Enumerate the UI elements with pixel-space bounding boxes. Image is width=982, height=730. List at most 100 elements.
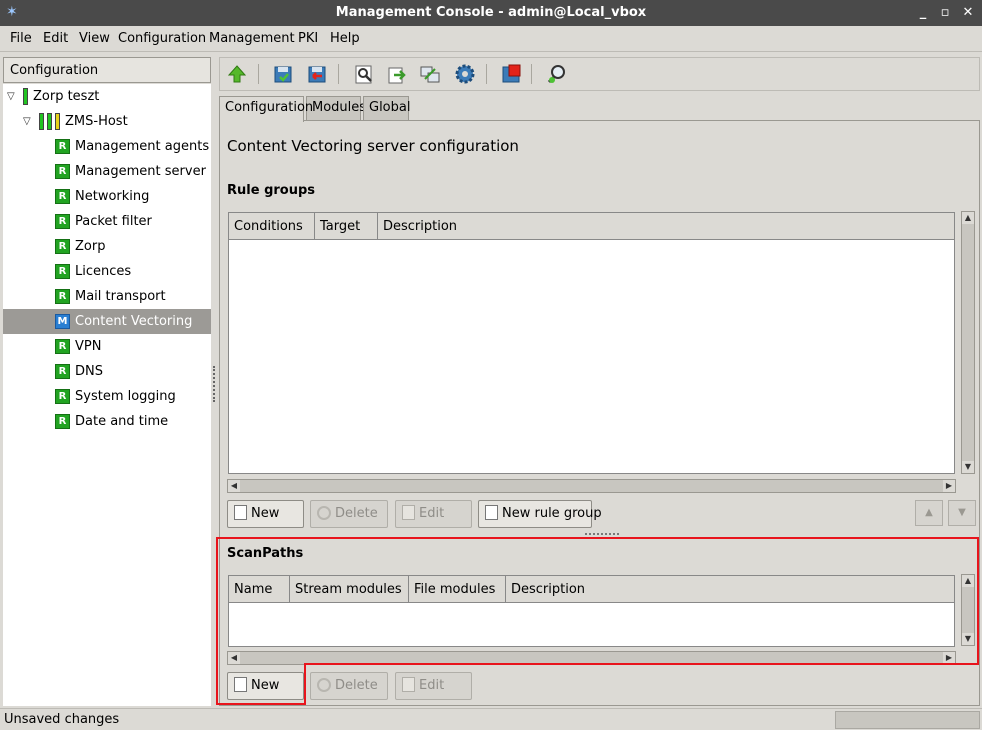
highlight-outline <box>216 663 306 705</box>
toolbar-separator <box>338 64 339 84</box>
maximize-icon[interactable]: ▫ <box>936 4 954 22</box>
minimize-icon[interactable]: _ <box>914 4 932 22</box>
tab-configuration[interactable]: Configuration <box>219 96 313 122</box>
collapse-arrow-icon[interactable]: ▽ <box>7 84 19 109</box>
scroll-down-icon[interactable]: ▼ <box>962 461 974 473</box>
revert-icon[interactable] <box>306 63 328 85</box>
rule-group-edit-button[interactable]: Edit <box>395 500 472 528</box>
stop-icon[interactable] <box>500 63 522 85</box>
transfer-icon[interactable] <box>419 63 441 85</box>
tree-item-label: Zorp <box>75 239 106 254</box>
button-label: New <box>251 506 280 521</box>
tree-item-label: Mail transport <box>75 289 166 304</box>
highlight-outline <box>304 663 979 665</box>
highlight-outline <box>977 537 979 665</box>
move-down-button[interactable]: ▼ <box>948 500 976 526</box>
rule-groups-title: Rule groups <box>227 183 316 198</box>
tree-item-label: Licences <box>75 264 132 279</box>
r-badge-icon: R <box>55 289 70 304</box>
close-icon[interactable]: ✕ <box>959 4 977 22</box>
scanpath-delete-button[interactable]: Delete <box>310 672 388 700</box>
panel-splitter-handle[interactable] <box>213 366 217 402</box>
tree-item-zms-host[interactable]: ▽ ZMS-Host <box>3 109 211 134</box>
menu-file[interactable]: File <box>10 31 32 46</box>
search-key-icon[interactable] <box>546 63 568 85</box>
status-bar-icon <box>47 113 52 130</box>
r-badge-icon: R <box>55 264 70 279</box>
tree-item-system-logging[interactable]: R System logging <box>3 384 211 409</box>
tree-item-date-and-time[interactable]: R Date and time <box>3 409 211 434</box>
tree-item-management-agents[interactable]: R Management agents <box>3 134 211 159</box>
upload-icon[interactable] <box>386 63 408 85</box>
config-tree: ▽ Zorp teszt ▽ ZMS-Host R Management age… <box>3 84 211 706</box>
tab-global[interactable]: Global <box>363 96 410 120</box>
settings-gear-icon[interactable] <box>454 63 476 85</box>
tree-item-packet-filter[interactable]: R Packet filter <box>3 209 211 234</box>
tree-item-content-vectoring[interactable]: M Content Vectoring <box>3 309 211 334</box>
rule-group-new-button[interactable]: New <box>227 500 304 528</box>
section-splitter-handle[interactable] <box>585 533 619 535</box>
r-badge-icon: R <box>55 139 70 154</box>
rule-groups-table[interactable]: Conditions Target Description <box>228 212 955 474</box>
r-badge-icon: R <box>55 164 70 179</box>
button-label: Edit <box>419 678 445 693</box>
new-rule-group-button[interactable]: New rule group <box>478 500 602 528</box>
tree-item-networking[interactable]: R Networking <box>3 184 211 209</box>
r-badge-icon: R <box>55 214 70 229</box>
menu-help[interactable]: Help <box>330 31 360 46</box>
tree-item-zorp-teszt[interactable]: ▽ Zorp teszt <box>3 84 211 109</box>
table-header: Conditions Target Description <box>229 213 954 240</box>
toolbar-separator <box>486 64 487 84</box>
column-header-description[interactable]: Description <box>378 213 954 240</box>
config-tree-header: Configuration <box>3 57 211 83</box>
highlight-outline <box>216 537 979 665</box>
column-header-target[interactable]: Target <box>315 213 378 240</box>
tree-item-management-server[interactable]: R Management server <box>3 159 211 184</box>
r-badge-icon: R <box>55 239 70 254</box>
menu-pki[interactable]: PKI <box>298 31 318 46</box>
tree-item-licences[interactable]: R Licences <box>3 259 211 284</box>
window-title: Management Console - admin@Local_vbox <box>335 5 647 20</box>
menu-configuration[interactable]: Configuration <box>118 31 206 46</box>
tree-item-mail-transport[interactable]: R Mail transport <box>3 284 211 309</box>
scroll-up-icon[interactable]: ▲ <box>962 212 974 224</box>
rule-groups-horizontal-scrollbar[interactable]: ◀ ▶ <box>227 479 956 493</box>
m-badge-icon: M <box>55 314 70 329</box>
commit-icon[interactable] <box>272 63 294 85</box>
r-badge-icon: R <box>55 414 70 429</box>
host-status-icon <box>23 88 28 105</box>
view-icon[interactable] <box>353 63 375 85</box>
tree-item-label: Networking <box>75 189 150 204</box>
scanpath-edit-button[interactable]: Edit <box>395 672 472 700</box>
new-document-icon <box>485 505 498 520</box>
toolbar-separator <box>531 64 532 84</box>
tab-modules[interactable]: Modules <box>306 96 366 120</box>
collapse-arrow-icon[interactable]: ▽ <box>23 109 35 134</box>
status-segment <box>835 711 980 729</box>
status-bar-icon <box>39 113 44 130</box>
tree-item-dns[interactable]: R DNS <box>3 359 211 384</box>
tree-item-label: Content Vectoring <box>75 314 193 329</box>
column-header-conditions[interactable]: Conditions <box>229 213 315 240</box>
move-up-button[interactable]: ▲ <box>915 500 943 526</box>
up-arrow-icon[interactable] <box>226 63 248 85</box>
menu-view[interactable]: View <box>79 31 110 46</box>
menu-management[interactable]: Management <box>209 31 295 46</box>
delete-icon <box>317 506 331 520</box>
button-label: Delete <box>335 506 378 521</box>
rule-groups-vertical-scrollbar[interactable]: ▲ ▼ <box>961 211 975 474</box>
tree-item-label: Zorp teszt <box>33 89 100 104</box>
toolbar <box>219 57 980 91</box>
menu-edit[interactable]: Edit <box>43 31 68 46</box>
tree-item-zorp[interactable]: R Zorp <box>3 234 211 259</box>
tree-item-label: VPN <box>75 339 102 354</box>
delete-icon <box>317 678 331 692</box>
r-badge-icon: R <box>55 389 70 404</box>
status-bar-icon <box>55 113 60 130</box>
scroll-right-icon[interactable]: ▶ <box>943 480 955 492</box>
new-document-icon <box>234 505 247 520</box>
rule-group-delete-button[interactable]: Delete <box>310 500 388 528</box>
tree-item-label: DNS <box>75 364 103 379</box>
scroll-left-icon[interactable]: ◀ <box>228 480 240 492</box>
tree-item-vpn[interactable]: R VPN <box>3 334 211 359</box>
